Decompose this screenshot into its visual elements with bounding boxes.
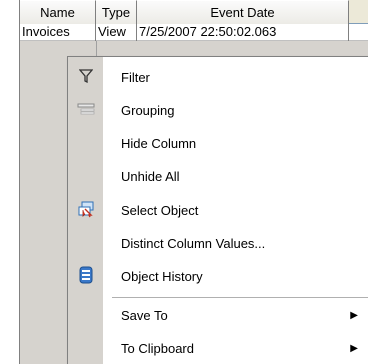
cell-event-date[interactable]: 7/25/2007 22:50:02.063 (137, 24, 349, 41)
menu-separator (112, 297, 368, 298)
menu-item-label: Filter (121, 70, 150, 85)
menu-item-filter[interactable]: Filter (68, 61, 368, 94)
menu-item-label: Grouping (121, 103, 175, 118)
menu-item-object-history[interactable]: Object History (68, 260, 368, 293)
menu-item-label: Distinct Column Values... (121, 236, 266, 251)
menu-item-label: To Clipboard (121, 341, 194, 356)
context-menu: Filter Grouping Hide Column Unhide All S… (67, 56, 368, 364)
submenu-arrow-icon: ▶ (350, 343, 358, 354)
menu-item-select-object[interactable]: Select Object (68, 194, 368, 227)
object-history-icon (78, 266, 94, 287)
submenu-arrow-icon: ▶ (350, 310, 358, 321)
filter-funnel-icon (78, 69, 93, 86)
menu-item-hide-column[interactable]: Hide Column (68, 127, 368, 160)
menu-item-grouping[interactable]: Grouping (68, 94, 368, 127)
column-header-event-date[interactable]: Event Date (137, 0, 349, 24)
menu-item-distinct-column-values[interactable]: Distinct Column Values... (68, 227, 368, 260)
cell-type[interactable]: View (96, 24, 137, 41)
menu-item-label: Select Object (121, 203, 199, 218)
menu-item-label: Object History (121, 269, 203, 284)
grouping-icon (77, 102, 95, 119)
menu-item-label: Save To (121, 308, 168, 323)
grid-header-row: Name Type Event Date (20, 0, 368, 24)
menu-item-save-to[interactable]: Save To ▶ (68, 299, 368, 332)
menu-item-label: Hide Column (121, 136, 197, 151)
menu-item-unhide-all[interactable]: Unhide All (68, 160, 368, 193)
cell-name[interactable]: Invoices (20, 24, 96, 41)
column-header-name[interactable]: Name (20, 0, 96, 24)
table-row[interactable]: Invoices View 7/25/2007 22:50:02.063 (20, 24, 368, 41)
column-header-type[interactable]: Type (96, 0, 137, 24)
menu-item-to-clipboard[interactable]: To Clipboard ▶ (68, 332, 368, 364)
select-object-icon (77, 200, 95, 221)
row-selector-column (0, 0, 20, 364)
menu-item-label: Unhide All (121, 169, 180, 184)
